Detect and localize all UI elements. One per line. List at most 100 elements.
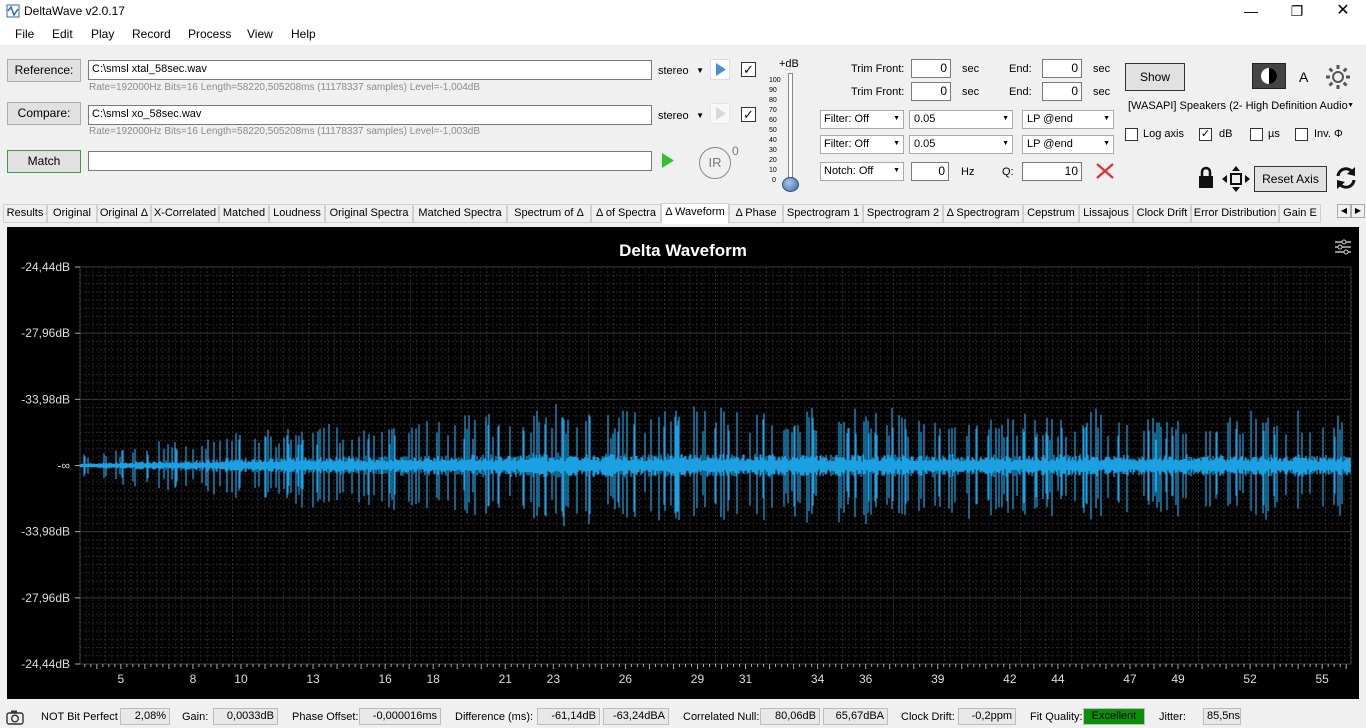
play-compare-button[interactable]: [710, 103, 730, 124]
us-checkbox[interactable]: [1250, 128, 1263, 141]
gear-icon[interactable]: [1324, 63, 1352, 91]
notch-q-input[interactable]: 10: [1022, 162, 1082, 181]
compare-channel-select[interactable]: stereo ▼: [658, 110, 704, 122]
filter-value-select-2[interactable]: 0.05 ▼: [909, 135, 1013, 154]
match-run-button[interactable]: [658, 150, 678, 171]
close-button[interactable]: ✕: [1320, 0, 1366, 23]
slider-tick: 20: [769, 157, 777, 164]
move-icon[interactable]: [1222, 166, 1250, 192]
theme-toggle-button[interactable]: [1252, 63, 1286, 89]
filter-value-select-1[interactable]: 0.05 ▼: [909, 110, 1013, 129]
trim-unit: sec: [962, 63, 980, 75]
level-slider-handle[interactable]: [782, 177, 799, 192]
notch-frequency-input[interactable]: 0: [911, 162, 949, 181]
play-reference-button[interactable]: [710, 59, 730, 80]
compare-button[interactable]: Compare:: [7, 102, 81, 125]
tab-19[interactable]: Gain E: [1279, 204, 1321, 223]
tab-5[interactable]: Loudness: [269, 204, 325, 223]
jitter-label: Jitter:: [1159, 711, 1186, 723]
tab-7[interactable]: Matched Spectra: [413, 204, 507, 223]
trim-front-input-2[interactable]: 0: [911, 82, 951, 101]
minimize-button[interactable]: —: [1228, 0, 1274, 23]
menu-help[interactable]: Help: [291, 27, 316, 41]
log-axis-checkbox[interactable]: [1125, 128, 1138, 141]
filter-value: 0.05: [914, 138, 936, 150]
tab-12[interactable]: Spectrogram 1: [783, 204, 863, 223]
tab-6[interactable]: Original Spectra: [325, 204, 413, 223]
tab-10[interactable]: Δ Waveform: [661, 203, 729, 224]
tab-scroll-right-button[interactable]: ▶: [1351, 204, 1365, 218]
ir-button[interactable]: IR: [699, 147, 731, 179]
camera-icon[interactable]: [6, 709, 24, 725]
phase-offset-label: Phase Offset:: [292, 711, 359, 723]
filter-mode-select-2[interactable]: LP @end ▼: [1022, 135, 1114, 154]
x-tick-label: 34: [811, 672, 825, 686]
tab-13[interactable]: Spectrogram 2: [863, 204, 943, 223]
app-icon: [6, 4, 20, 18]
reset-axis-button[interactable]: Reset Axis: [1254, 166, 1327, 192]
tab-17[interactable]: Clock Drift: [1133, 204, 1191, 223]
tab-15[interactable]: Cepstrum: [1023, 204, 1079, 223]
invert-phase-checkbox[interactable]: [1295, 128, 1308, 141]
tab-0[interactable]: Results: [3, 204, 47, 223]
reference-channel-select[interactable]: stereo ▼: [658, 65, 704, 77]
tab-16[interactable]: Lissajous: [1079, 204, 1133, 223]
device-select[interactable]: [WASAPI] Speakers (2- High Definition Au…: [1124, 97, 1356, 117]
difference-value-dba: -63,24dBA: [603, 708, 669, 725]
notch-select[interactable]: Notch: Off ▼: [820, 162, 904, 181]
x-tick-label: 8: [190, 672, 197, 686]
tab-2[interactable]: Original Δ: [97, 204, 151, 223]
notch-q-label: Q:: [1002, 166, 1014, 178]
compare-checkbox[interactable]: ✓: [741, 107, 756, 122]
x-tick-label: 16: [378, 672, 392, 686]
trim-end-input-1[interactable]: 0: [1042, 59, 1082, 78]
tab-scroll-left-button[interactable]: ◀: [1337, 204, 1351, 218]
fit-quality-label: Fit Quality:: [1030, 711, 1083, 723]
trim-end-input-2[interactable]: 0: [1042, 82, 1082, 101]
tab-1[interactable]: Original: [47, 204, 97, 223]
match-button[interactable]: Match: [7, 150, 81, 173]
reference-button[interactable]: Reference:: [7, 59, 81, 82]
refresh-icon[interactable]: [1333, 165, 1359, 191]
compare-channel-value: stereo: [658, 110, 689, 122]
maximize-button[interactable]: ❐: [1274, 0, 1320, 23]
reference-path-field[interactable]: C:\smsl xtal_58sec.wav: [88, 60, 652, 80]
compare-path-field[interactable]: C:\smsl xo_58sec.wav: [88, 105, 652, 125]
filter-mode-select-1[interactable]: LP @end ▼: [1022, 110, 1114, 129]
slider-title: +dB: [779, 58, 799, 70]
font-button[interactable]: A: [1299, 69, 1308, 85]
lock-icon[interactable]: [1196, 166, 1216, 190]
reference-checkbox[interactable]: ✓: [741, 62, 756, 77]
tab-4[interactable]: Matched: [219, 204, 269, 223]
menu-record[interactable]: Record: [132, 27, 171, 41]
level-slider-track[interactable]: [788, 73, 793, 186]
trim-front-label: Trim Front:: [851, 63, 905, 75]
filter-mode: LP @end: [1027, 138, 1073, 150]
trim-unit: sec: [962, 86, 980, 98]
menu-play[interactable]: Play: [91, 27, 114, 41]
filter-select-1[interactable]: Filter: Off ▼: [820, 110, 904, 129]
menu-process[interactable]: Process: [188, 27, 231, 41]
menu-edit[interactable]: Edit: [52, 27, 73, 41]
slider-ticks: 100 90 80 70 60 50 40 30 20 10 0: [769, 77, 781, 185]
db-checkbox[interactable]: ✓: [1199, 128, 1212, 141]
trim-front-input-1[interactable]: 0: [911, 59, 951, 78]
menu-file[interactable]: File: [15, 27, 34, 41]
x-tick-label: 10: [234, 672, 248, 686]
x-tick-label: 55: [1315, 672, 1329, 686]
status-bar: NOT Bit Perfect 2,08% Gain: 0,0033dB Pha…: [0, 705, 1366, 728]
delta-waveform-plot[interactable]: Delta Waveform -24,44dB -27,96dB -33,98dB -∞…: [7, 227, 1359, 699]
tab-14[interactable]: Δ Spectrogram: [943, 204, 1023, 223]
show-button[interactable]: Show: [1125, 63, 1185, 91]
chevron-down-icon: ▼: [893, 167, 900, 174]
chevron-down-icon: ▼: [696, 111, 704, 120]
tab-11[interactable]: Δ Phase: [729, 204, 783, 223]
tab-18[interactable]: Error Distribution: [1191, 204, 1279, 223]
tab-8[interactable]: Spectrum of Δ: [507, 204, 591, 223]
menu-view[interactable]: View: [247, 27, 273, 41]
tab-9[interactable]: Δ of Spectra: [591, 204, 661, 223]
filter-select-2[interactable]: Filter: Off ▼: [820, 135, 904, 154]
tab-3[interactable]: X-Correlated: [151, 204, 219, 223]
difference-label: Difference (ms):: [455, 711, 534, 723]
clear-icon[interactable]: [1094, 161, 1116, 181]
